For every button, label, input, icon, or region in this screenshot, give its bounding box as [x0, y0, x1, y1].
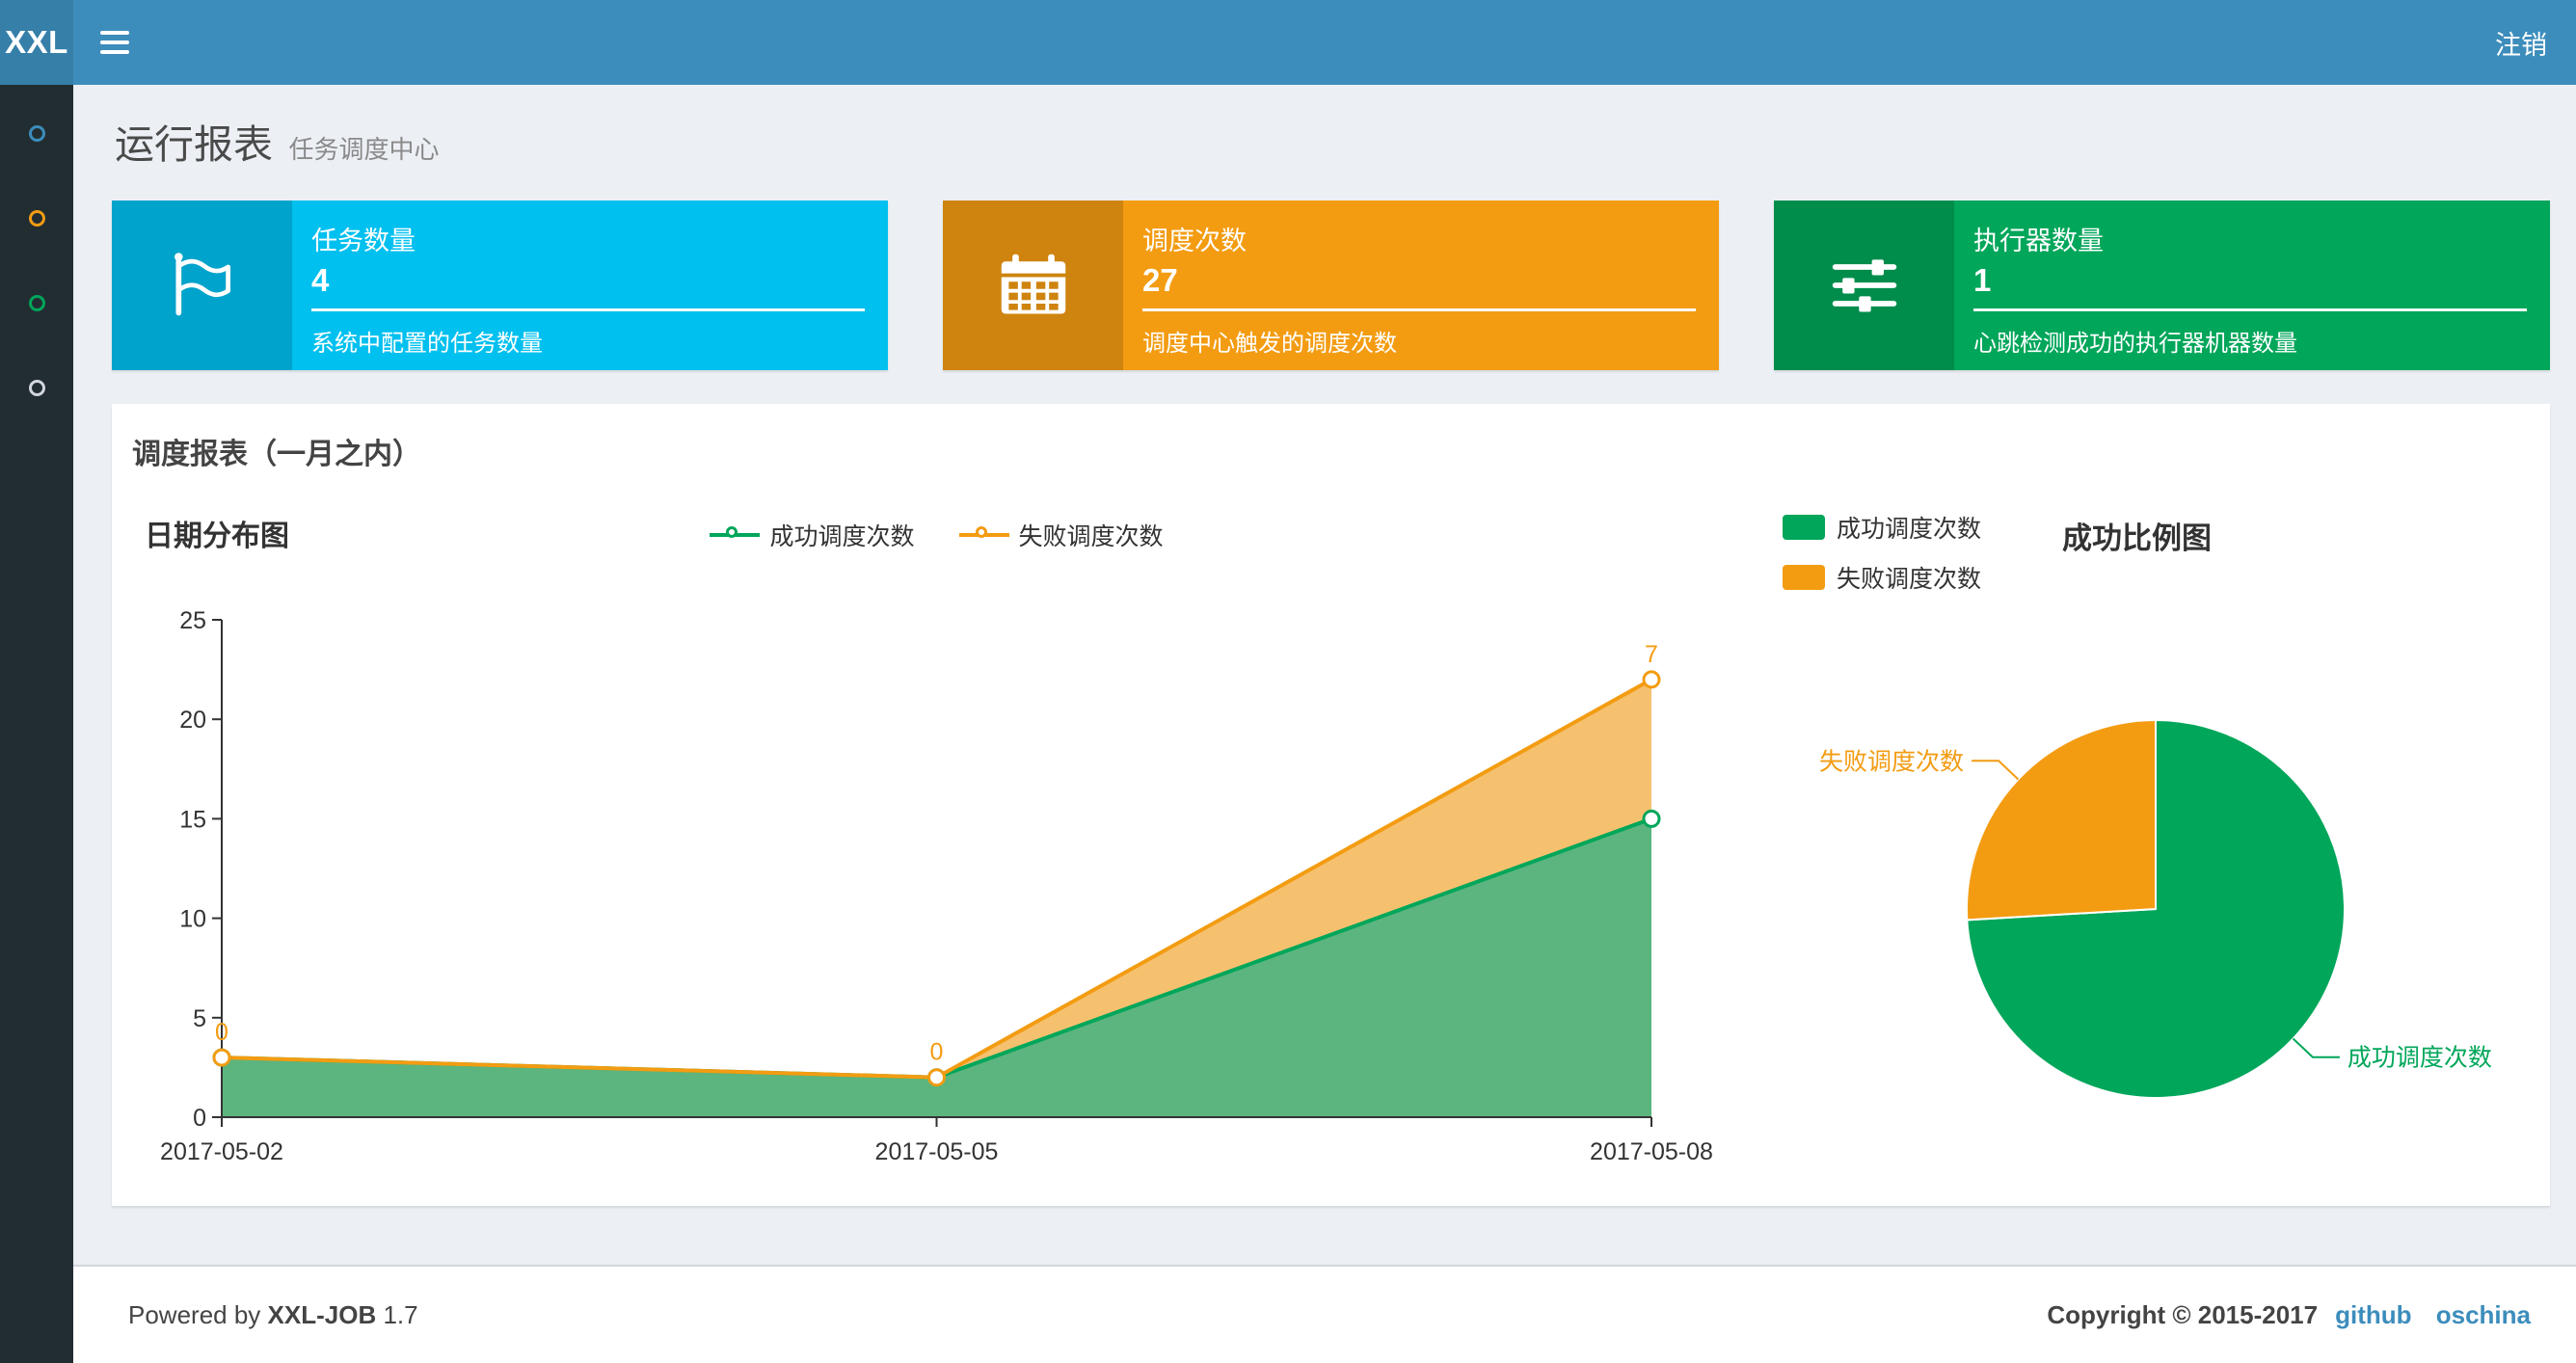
success-ratio-chart: 成功调度次数 失败调度次数 成功比例图 成功调度次数 失败调度次数 — [1783, 510, 2544, 1185]
info-box-executors: 执行器数量 1 心跳检测成功的执行器机器数量 — [1774, 200, 2550, 370]
panel-title: 调度报表（一月之内） — [132, 439, 421, 470]
svg-text:2017-05-05: 2017-05-05 — [875, 1138, 999, 1165]
divider — [1973, 308, 2527, 311]
logout-link[interactable]: 注销 — [2466, 0, 2576, 85]
info-box-title: 任务数量 — [311, 227, 416, 255]
svg-text:25: 25 — [179, 607, 206, 634]
calendar-icon — [943, 200, 1123, 370]
sidebar — [0, 85, 73, 1363]
page-title: 运行报表 — [115, 122, 273, 167]
product-version: 1.7 — [383, 1299, 418, 1329]
info-box-value: 27 — [1142, 262, 1178, 298]
logo[interactable]: XXL — [0, 0, 73, 85]
svg-text:2017-05-08: 2017-05-08 — [1590, 1138, 1713, 1165]
logo-text: XXL — [5, 24, 68, 60]
svg-text:成功调度次数: 成功调度次数 — [2348, 1045, 2492, 1072]
schedule-report-panel: 调度报表（一月之内） 日期分布图 成功调度次数 失败调度次数 0 5 10 15 20 2… — [112, 404, 2550, 1206]
flag-icon — [112, 200, 292, 370]
legend-item-success[interactable]: 成功调度次数 — [1783, 510, 1981, 545]
top-navbar: XXL 注销 — [0, 0, 2576, 85]
content-area: 运行报表 任务调度中心 任务数量 4 系统中配置的任务数量 调度次数 27 调度… — [73, 85, 2576, 1265]
info-box-description: 心跳检测成功的执行器机器数量 — [1973, 331, 2297, 357]
svg-text:5: 5 — [193, 1005, 206, 1032]
github-link[interactable]: github — [2335, 1300, 2411, 1329]
sidebar-toggle-button[interactable] — [73, 0, 156, 85]
svg-text:20: 20 — [179, 707, 206, 734]
powered-by: Powered by XXL-JOB 1.7 — [128, 1299, 418, 1329]
circle-icon — [28, 379, 45, 396]
info-box-value: 1 — [1973, 262, 1992, 298]
info-box-title: 执行器数量 — [1973, 227, 2104, 255]
area-chart-canvas: 05101520252017-05-02 2017-05-05 2017-05-08… — [160, 607, 1713, 1165]
info-box-row: 任务数量 4 系统中配置的任务数量 调度次数 27 调度中心触发的调度次数 执行… — [112, 200, 2550, 370]
svg-text:失败调度次数: 失败调度次数 — [1819, 748, 1964, 775]
footer: Powered by XXL-JOB 1.7 Copyright © 2015-… — [73, 1265, 2576, 1363]
sidebar-item-3[interactable] — [0, 260, 73, 345]
svg-text:0: 0 — [215, 1019, 228, 1046]
svg-text:0: 0 — [193, 1105, 206, 1132]
divider — [1142, 308, 1696, 311]
circle-icon — [28, 294, 45, 311]
chart-title: 成功比例图 — [2062, 521, 2212, 555]
circle-icon — [28, 124, 45, 142]
product-name: XXL-JOB — [267, 1299, 377, 1329]
page-subtitle: 任务调度中心 — [288, 135, 440, 164]
svg-text:0: 0 — [930, 1039, 944, 1066]
svg-text:15: 15 — [179, 806, 206, 833]
svg-text:7: 7 — [1645, 641, 1658, 668]
sidebar-item-1[interactable] — [0, 91, 73, 175]
info-box-triggers: 调度次数 27 调度中心触发的调度次数 — [943, 200, 1719, 370]
svg-text:2017-05-02: 2017-05-02 — [160, 1138, 283, 1165]
info-box-jobs: 任务数量 4 系统中配置的任务数量 — [112, 200, 888, 370]
date-distribution-chart: 日期分布图 成功调度次数 失败调度次数 0 5 10 15 20 25 2017-05-02… — [131, 510, 1731, 1185]
copyright: Copyright © 2015-2017 — [2047, 1299, 2319, 1329]
pie-chart-canvas: 成功调度次数 失败调度次数 — [1819, 718, 2492, 1099]
info-box-value: 4 — [311, 262, 330, 298]
sliders-icon — [1774, 200, 1954, 370]
legend-label: 成功调度次数 — [1837, 516, 1982, 543]
hamburger-icon — [100, 31, 129, 35]
footer-links: github oschina — [2318, 1300, 2531, 1330]
circle-icon — [28, 209, 45, 227]
sidebar-item-2[interactable] — [0, 175, 73, 260]
sidebar-item-4[interactable] — [0, 345, 73, 430]
divider — [311, 308, 865, 311]
oschina-link[interactable]: oschina — [2436, 1300, 2531, 1329]
page-header: 运行报表 任务调度中心 — [115, 112, 2576, 167]
info-box-title: 调度次数 — [1142, 227, 1247, 255]
info-box-description: 系统中配置的任务数量 — [311, 331, 543, 357]
info-box-description: 调度中心触发的调度次数 — [1142, 331, 1397, 357]
svg-text:10: 10 — [179, 906, 206, 933]
swatch-icon — [1783, 515, 1825, 540]
